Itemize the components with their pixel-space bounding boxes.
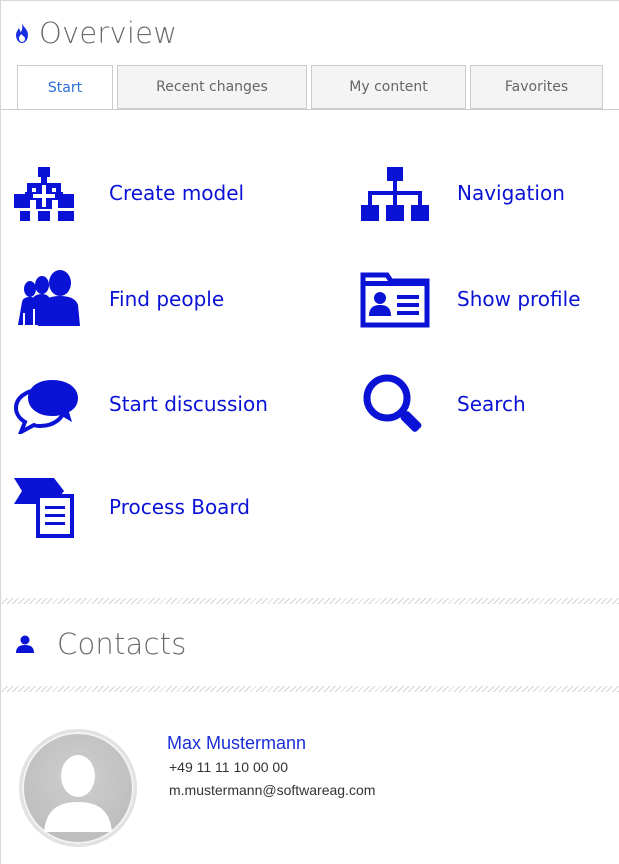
default-avatar-icon[interactable] xyxy=(19,729,137,847)
create-model-label: Create model xyxy=(109,181,245,205)
navigation-action[interactable]: Navigation xyxy=(359,161,565,225)
person-icon xyxy=(15,634,35,654)
contacts-header: Contacts xyxy=(15,621,187,667)
people-icon xyxy=(11,267,83,331)
profile-card-icon xyxy=(359,267,431,331)
search-icon xyxy=(359,372,431,436)
navigation-label: Navigation xyxy=(457,181,565,205)
overview-portlet: Overview Start Recent changes My content… xyxy=(0,0,619,864)
hierarchy-icon xyxy=(359,161,431,225)
create-model-icon xyxy=(11,161,83,225)
contact-email[interactable]: m.mustermann@softwareag.com xyxy=(169,782,375,798)
overview-tabs: Start Recent changes My content Favorite… xyxy=(17,65,619,110)
process-board-action[interactable]: Process Board xyxy=(11,475,250,539)
overview-header: Overview xyxy=(13,11,177,55)
contact-name[interactable]: Max Mustermann xyxy=(167,733,306,754)
start-discussion-label: Start discussion xyxy=(109,392,268,416)
start-discussion-action[interactable]: Start discussion xyxy=(11,372,268,436)
section-divider xyxy=(1,598,619,604)
contact-card: Max Mustermann +49 11 11 10 00 00 m.must… xyxy=(19,723,619,864)
process-board-icon xyxy=(11,475,83,539)
process-board-label: Process Board xyxy=(109,495,251,519)
speech-bubbles-icon xyxy=(11,372,83,436)
find-people-action[interactable]: Find people xyxy=(11,267,224,331)
show-profile-label: Show profile xyxy=(457,287,581,311)
show-profile-action[interactable]: Show profile xyxy=(359,267,581,331)
section-divider xyxy=(1,686,619,692)
tab-start[interactable]: Start xyxy=(17,65,113,110)
search-action[interactable]: Search xyxy=(359,372,526,436)
tab-favorites[interactable]: Favorites xyxy=(470,65,603,109)
overview-title: Overview xyxy=(39,16,178,50)
contact-phone: +49 11 11 10 00 00 xyxy=(169,759,288,775)
contacts-title: Contacts xyxy=(57,627,187,661)
search-label: Search xyxy=(457,392,526,416)
find-people-label: Find people xyxy=(109,287,225,311)
tab-recent-changes[interactable]: Recent changes xyxy=(117,65,307,109)
tabs-divider xyxy=(1,109,619,110)
tab-my-content[interactable]: My content xyxy=(311,65,466,109)
create-model-action[interactable]: Create model xyxy=(11,161,244,225)
flame-icon xyxy=(13,22,31,44)
